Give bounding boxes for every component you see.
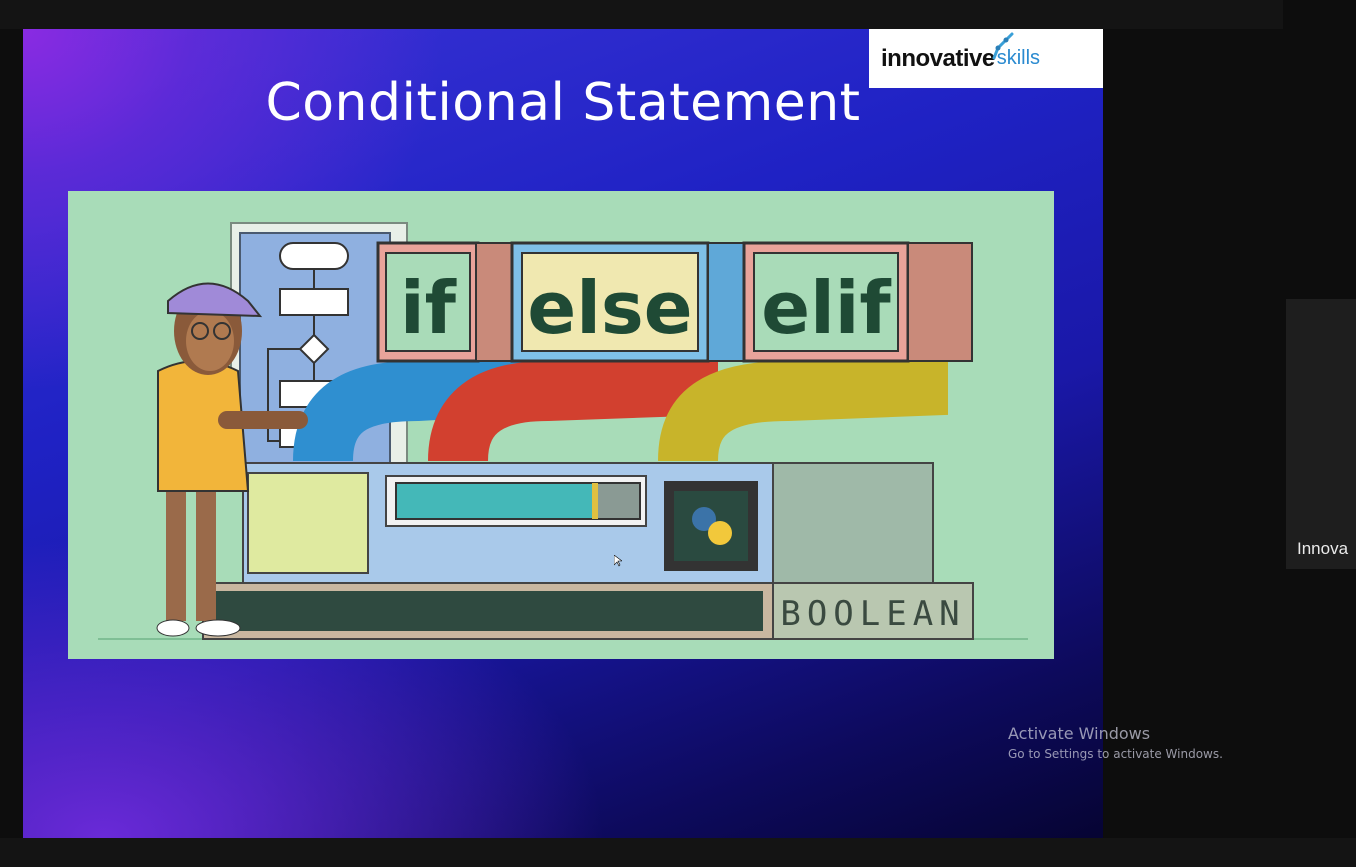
- boolean-label: BOOLEAN: [780, 594, 965, 634]
- watermark-title: Activate Windows: [1008, 724, 1151, 743]
- logo-text-primary: innovative: [881, 44, 995, 72]
- else-box: else: [510, 241, 710, 363]
- participant-name: Innova: [1297, 539, 1349, 558]
- elif-label: elif: [761, 266, 891, 350]
- watermark-subtitle: Go to Settings to activate Windows.: [1008, 747, 1223, 761]
- if-label: if: [400, 266, 457, 350]
- participant-video-tile[interactable]: Innova: [1286, 299, 1356, 569]
- top-bar: [0, 0, 1283, 29]
- robot-arm-icon: [992, 32, 1014, 59]
- activate-windows-watermark: Activate Windows Go to Settings to activ…: [1008, 724, 1223, 761]
- slide-title: Conditional Statement: [265, 73, 861, 133]
- if-box: if: [376, 241, 480, 363]
- presentation-slide: Conditional Statement innovative skills: [23, 29, 1103, 838]
- else-label: else: [527, 266, 692, 350]
- innovative-skills-logo: innovative skills: [869, 29, 1103, 88]
- conditional-illustration: if else elif BOOLEAN: [68, 191, 1054, 659]
- bottom-bar: [0, 838, 1356, 867]
- mouse-cursor-icon: [614, 555, 622, 567]
- elif-box: elif: [742, 241, 910, 363]
- machine-base: BOOLEAN: [202, 462, 974, 640]
